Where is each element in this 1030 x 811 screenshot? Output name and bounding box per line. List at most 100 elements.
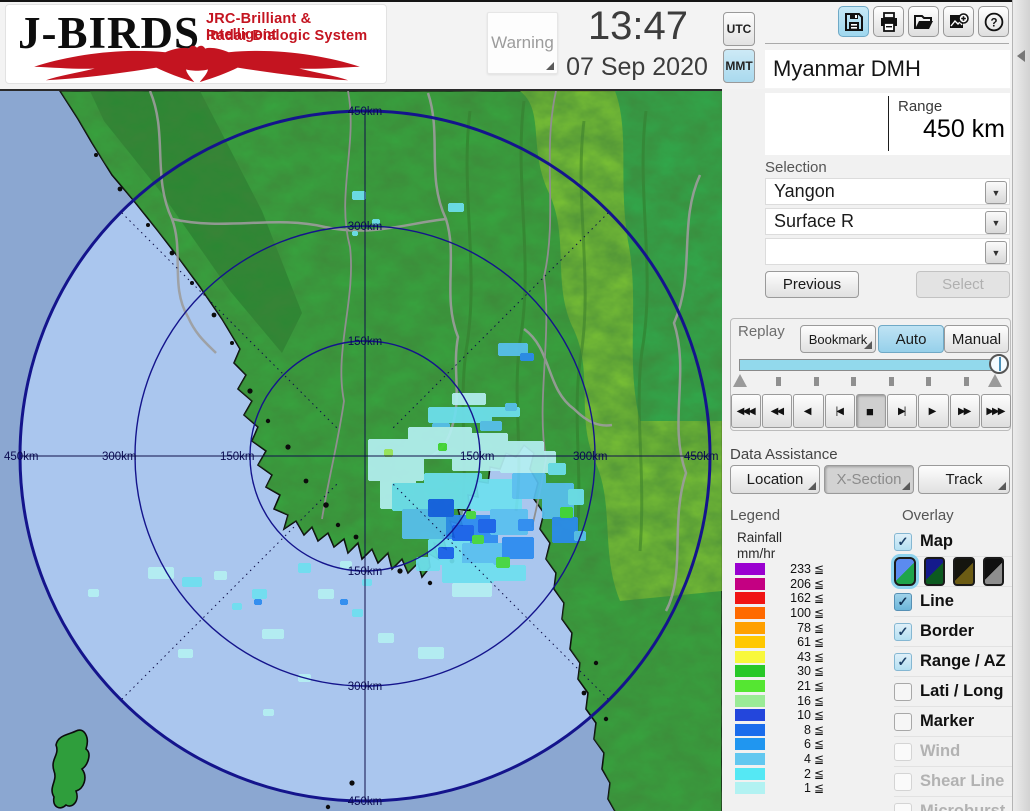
add-image-button[interactable] xyxy=(943,6,974,37)
legend-lte-symbol: ≦ xyxy=(814,606,824,620)
legend-lte-symbol: ≦ xyxy=(814,708,824,722)
open-folder-button[interactable] xyxy=(908,6,939,37)
x-section-button[interactable]: X-Section xyxy=(824,465,914,494)
overlay-item-wind: Wind xyxy=(894,736,1012,766)
legend-color-swatch xyxy=(735,680,765,692)
legend-color-swatch xyxy=(735,592,765,604)
auto-label: Auto xyxy=(896,331,927,348)
legend-title-1: Rainfall xyxy=(737,530,782,545)
track-button[interactable]: Track xyxy=(918,465,1010,494)
chevron-down-icon[interactable]: ▼ xyxy=(985,211,1007,234)
collapse-arrow-icon xyxy=(1017,50,1025,62)
legend-row: 8≦ xyxy=(735,723,845,738)
mmt-button[interactable]: MMT xyxy=(723,49,755,83)
bookmark-label: Bookmark xyxy=(809,332,868,347)
select-button[interactable]: Select xyxy=(916,271,1010,298)
forward-fast-button[interactable]: ▶▶▶ xyxy=(981,394,1011,428)
legend-row: 61≦ xyxy=(735,635,845,650)
legend-row: 6≦ xyxy=(735,737,845,752)
play-button[interactable]: ▶ xyxy=(918,394,948,428)
legend-color-swatch xyxy=(735,782,765,794)
range-az-checkbox[interactable]: ✓ xyxy=(894,653,912,671)
help-button[interactable]: ? xyxy=(978,6,1009,37)
legend-color-swatch xyxy=(735,651,765,663)
legend-color-swatch xyxy=(735,753,765,765)
legend-lte-symbol: ≦ xyxy=(814,562,824,576)
product-dropdown[interactable]: Surface R ▼ xyxy=(765,208,1010,235)
svg-text:150km: 150km xyxy=(348,336,383,348)
open-folder-icon xyxy=(914,12,934,32)
map-style-3[interactable] xyxy=(953,557,975,586)
map-style-1-selected[interactable] xyxy=(894,557,916,586)
site-dropdown[interactable]: Yangon ▼ xyxy=(765,178,1010,205)
warning-label: Warning xyxy=(491,33,554,53)
legend-lte-symbol: ≦ xyxy=(814,650,824,664)
utc-button[interactable]: UTC xyxy=(723,12,755,46)
station-box: Myanmar DMH xyxy=(765,50,1010,88)
svg-text:300km: 300km xyxy=(102,451,137,463)
warning-button[interactable]: Warning xyxy=(487,12,558,74)
manual-label: Manual xyxy=(952,331,1001,348)
replay-slider-track[interactable] xyxy=(739,359,1001,371)
slider-end-marker[interactable] xyxy=(988,374,1002,387)
svg-text:300km: 300km xyxy=(348,221,383,233)
svg-text:450km: 450km xyxy=(348,106,383,118)
legend-row: 43≦ xyxy=(735,650,845,665)
legend-value: 162 xyxy=(765,591,811,605)
legend-color-swatch xyxy=(735,665,765,677)
slider-tick xyxy=(926,377,931,386)
border-checkbox[interactable]: ✓ xyxy=(894,623,912,641)
legend-color-swatch xyxy=(735,622,765,634)
play-reverse-button[interactable]: ◀ xyxy=(793,394,823,428)
replay-slider-handle[interactable] xyxy=(989,354,1009,374)
previous-button[interactable]: Previous xyxy=(765,271,859,298)
save-button[interactable] xyxy=(838,6,869,37)
step-forward-button[interactable]: ▶| xyxy=(887,394,917,428)
overlay-label: Overlay xyxy=(902,507,954,524)
auto-button[interactable]: Auto xyxy=(878,325,944,353)
legend-lte-symbol: ≦ xyxy=(814,781,824,795)
marker-checkbox[interactable] xyxy=(894,713,912,731)
forward-button[interactable]: ▶▶ xyxy=(950,394,980,428)
legend-label: Legend xyxy=(730,507,780,524)
bookmark-button[interactable]: Bookmark xyxy=(800,325,876,353)
legend-value: 2 xyxy=(765,767,811,781)
radar-map[interactable]: 450km300km150km150km300km450km450km300km… xyxy=(0,89,722,811)
rewind-fast-button[interactable]: ◀◀◀ xyxy=(731,394,761,428)
chevron-down-icon[interactable]: ▼ xyxy=(985,181,1007,204)
extra-dropdown[interactable]: ▼ xyxy=(765,238,1010,265)
svg-text:450km: 450km xyxy=(4,451,39,463)
print-button[interactable] xyxy=(873,6,904,37)
map-style-2[interactable] xyxy=(924,557,946,586)
legend-lte-symbol: ≦ xyxy=(814,737,824,751)
stop-button[interactable]: ■ xyxy=(856,394,886,428)
overlay-item-label: Wind xyxy=(920,742,960,761)
map-style-4[interactable] xyxy=(983,557,1005,586)
step-back-button[interactable]: |◀ xyxy=(825,394,855,428)
legend-row: 206≦ xyxy=(735,577,845,592)
map-checkbox[interactable]: ✓ xyxy=(894,533,912,551)
legend-value: 61 xyxy=(765,635,811,649)
legend-row: 78≦ xyxy=(735,620,845,635)
legend-value: 16 xyxy=(765,694,811,708)
svg-text:300km: 300km xyxy=(573,451,608,463)
overlay-item-label: Microburst xyxy=(920,802,1005,811)
panel-collapse-strip[interactable] xyxy=(1012,0,1030,811)
rewind-button[interactable]: ◀◀ xyxy=(762,394,792,428)
legend-color-swatch xyxy=(735,636,765,648)
clock-time: 13:47 xyxy=(560,4,716,52)
legend-row: 1≦ xyxy=(735,781,845,796)
manual-button[interactable]: Manual xyxy=(944,325,1009,353)
chevron-down-icon[interactable]: ▼ xyxy=(985,241,1007,264)
legend-value: 43 xyxy=(765,650,811,664)
lati-long-checkbox[interactable] xyxy=(894,683,912,701)
overlay-item-label: Marker xyxy=(920,712,974,731)
slider-start-marker[interactable] xyxy=(733,374,747,387)
overlay-item-marker: Marker xyxy=(894,706,1012,736)
line-checkbox[interactable]: ✓ xyxy=(894,593,912,611)
range-label: Range xyxy=(898,98,942,115)
previous-label: Previous xyxy=(783,276,841,293)
location-button[interactable]: Location xyxy=(730,465,820,494)
overlay-item-range-az: ✓Range / AZ xyxy=(894,646,1012,676)
legend-lte-symbol: ≦ xyxy=(814,635,824,649)
